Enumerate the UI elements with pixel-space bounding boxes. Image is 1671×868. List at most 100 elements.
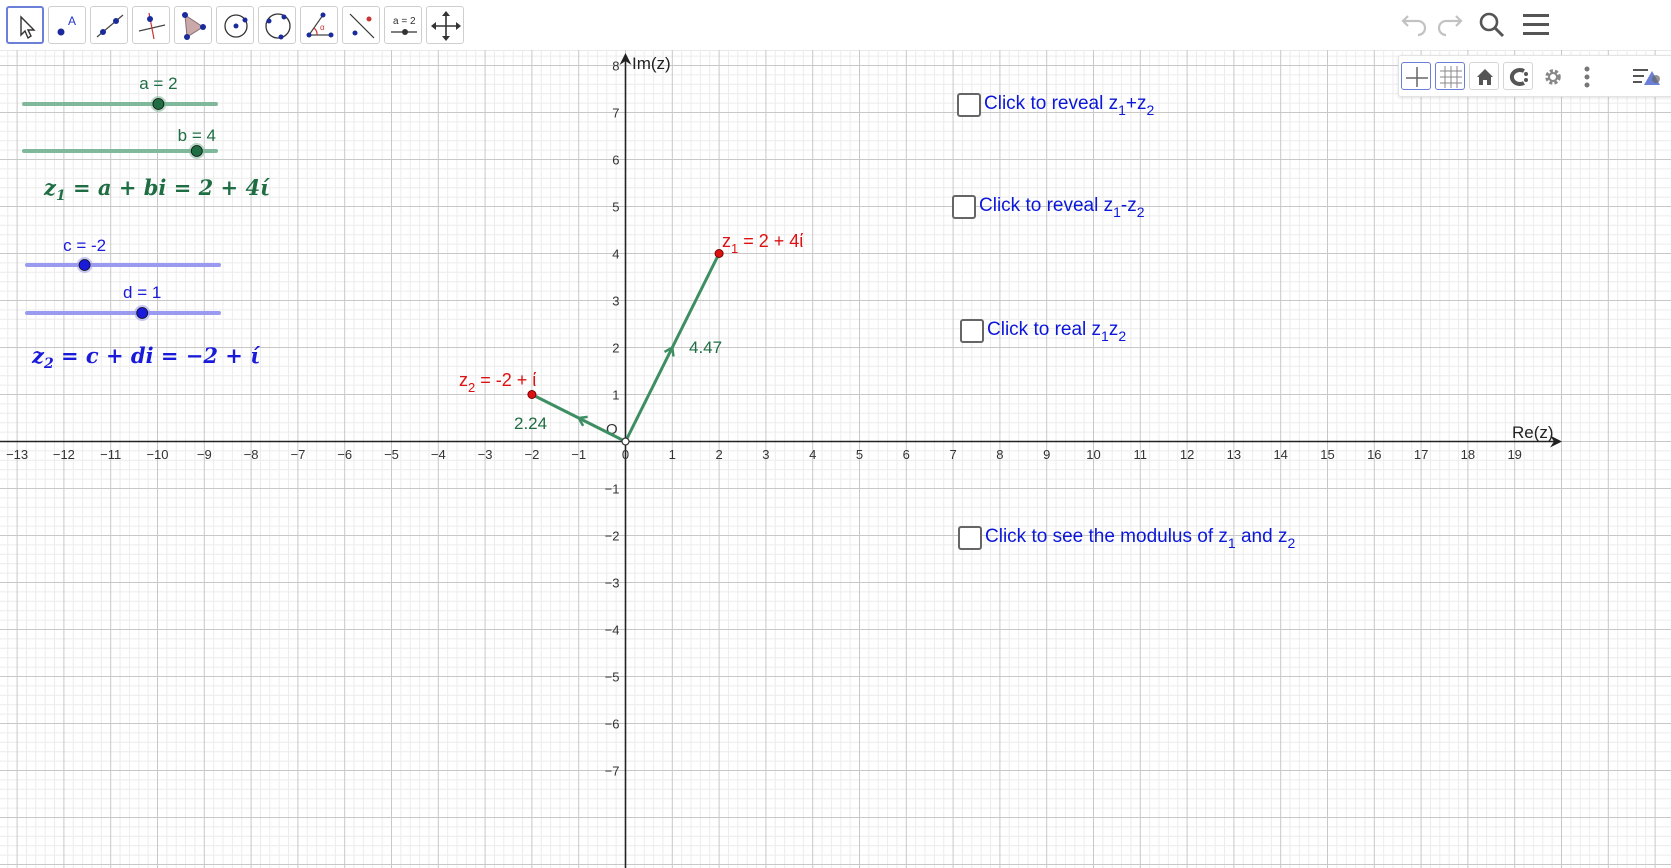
x-tick-label: −5 bbox=[384, 447, 399, 462]
search-icon[interactable] bbox=[1475, 10, 1509, 40]
checkbox-label-part: and z bbox=[1235, 526, 1288, 547]
redo-icon[interactable] bbox=[1432, 10, 1466, 40]
x-tick-label: 4 bbox=[809, 447, 816, 462]
x-tick-label: −8 bbox=[244, 447, 259, 462]
checkbox-label-1[interactable]: Click to reveal z1+z2 bbox=[984, 92, 1155, 118]
checkbox-label-part: 2 bbox=[1118, 328, 1127, 344]
y-tick-label: −5 bbox=[605, 670, 620, 685]
x-tick-label: −12 bbox=[53, 447, 75, 462]
checkbox-label-3[interactable]: Click to real z1z2 bbox=[987, 318, 1127, 344]
home-button[interactable] bbox=[1469, 62, 1499, 90]
y-tick-label: 1 bbox=[612, 388, 619, 403]
angle-tool-label: α bbox=[320, 23, 325, 32]
x-tick-label: 11 bbox=[1134, 447, 1148, 462]
formula-z1: z1 = a + bi = 2 + 4ί bbox=[43, 175, 271, 204]
x-tick-label: −13 bbox=[6, 447, 28, 462]
checkbox-label-part: -z bbox=[1120, 195, 1137, 216]
checkbox-label-part: Click to see the modulus of z bbox=[985, 526, 1228, 547]
x-tick-label: 0 bbox=[622, 447, 629, 462]
x-tick-label: 5 bbox=[856, 447, 863, 462]
style-bar bbox=[1398, 55, 1671, 97]
checkbox-4[interactable] bbox=[958, 526, 982, 550]
polygon-tool-button[interactable] bbox=[174, 6, 212, 44]
more-button[interactable] bbox=[1571, 62, 1601, 90]
x-tick-label: 6 bbox=[903, 447, 910, 462]
checkbox-row-3[interactable]: Click to real z1z2 bbox=[960, 318, 1126, 343]
slider-a-label: a = 2 bbox=[139, 74, 177, 93]
circle-three-points-tool-button[interactable] bbox=[258, 6, 296, 44]
point-tool-button[interactable]: A bbox=[48, 6, 86, 44]
move-cross-icon bbox=[431, 11, 461, 41]
point-label-z2: z2 = -2 + ί bbox=[459, 370, 536, 395]
checkbox-label-2[interactable]: Click to reveal z1-z2 bbox=[979, 194, 1145, 220]
point-tool-label: A bbox=[68, 14, 76, 28]
x-tick-label: 15 bbox=[1320, 447, 1334, 462]
checkbox-row-1[interactable]: Click to reveal z1+z2 bbox=[957, 92, 1154, 117]
checkbox-label-part: Click to reveal z bbox=[984, 93, 1119, 114]
x-tick-label: −11 bbox=[100, 447, 121, 462]
x-tick-label: 18 bbox=[1461, 447, 1475, 462]
reflect-about-line-tool-button[interactable] bbox=[342, 6, 380, 44]
checkbox-3[interactable] bbox=[960, 319, 984, 343]
grid-toggle-button[interactable] bbox=[1435, 62, 1465, 90]
circle-three-points-icon bbox=[265, 13, 291, 40]
origin-point[interactable] bbox=[621, 437, 630, 446]
y-tick-label: −7 bbox=[605, 764, 620, 779]
menu-icon[interactable] bbox=[1519, 10, 1553, 40]
slider-a-knob[interactable] bbox=[152, 98, 165, 110]
undo-icon[interactable] bbox=[1398, 10, 1432, 40]
checkbox-1[interactable] bbox=[957, 93, 981, 117]
graphics-view[interactable]: Re(z)Im(z)O −13 −12 −11 −10 −9 −8 −7 −6 −5 −4 −3 −2… bbox=[0, 50, 1671, 868]
x-tick-label: 9 bbox=[1043, 447, 1050, 462]
x-tick-label: 2 bbox=[715, 447, 722, 462]
x-tick-label: −6 bbox=[337, 447, 352, 462]
checkbox-label-part: Click to real z bbox=[987, 319, 1102, 340]
y-tick-label: 8 bbox=[612, 59, 619, 74]
axes-toggle-button[interactable] bbox=[1401, 62, 1431, 90]
line-through-points-icon bbox=[96, 14, 124, 38]
tick-labels: −13 −12 −11 −10 −9 −8 −7 −6 −5 −4 −3 −2 −1 0 1 2 3 4 5 6 7 8 9… bbox=[6, 59, 1522, 779]
move-graphics-view-tool-button[interactable] bbox=[426, 6, 464, 44]
slider-d-knob[interactable] bbox=[136, 307, 149, 319]
angle-icon: α bbox=[306, 12, 334, 38]
checkbox-row-4[interactable]: Click to see the modulus of z1 and z2 bbox=[958, 525, 1295, 550]
circle-center-point-tool-button[interactable] bbox=[216, 6, 254, 44]
style-bar-toggle-button[interactable] bbox=[1629, 62, 1660, 90]
point-z2[interactable] bbox=[527, 390, 537, 399]
x-tick-label: 7 bbox=[949, 447, 956, 462]
slider-tool-button[interactable]: a = 2 bbox=[384, 6, 422, 44]
x-tick-label: −7 bbox=[290, 447, 305, 462]
point-capturing-button[interactable] bbox=[1503, 62, 1533, 90]
checkbox-label-part: 1 bbox=[1113, 204, 1121, 220]
x-tick-label: 13 bbox=[1227, 447, 1241, 462]
perpendicular-line-tool-button[interactable] bbox=[132, 6, 170, 44]
y-tick-label: −1 bbox=[605, 482, 620, 497]
formulas: z1 = a + bi = 2 + 4ί z2 = c + di = −2 + ί bbox=[31, 175, 271, 372]
y-tick-label: 4 bbox=[612, 247, 619, 262]
checkbox-2[interactable] bbox=[952, 195, 976, 219]
x-tick-label: 12 bbox=[1180, 447, 1194, 462]
style-bar-toggle-icon bbox=[1633, 69, 1660, 85]
settings-button[interactable] bbox=[1537, 62, 1567, 90]
checkbox-row-2[interactable]: Click to reveal z1-z2 bbox=[952, 194, 1145, 219]
x-tick-label: 17 bbox=[1414, 447, 1428, 462]
angle-tool-button[interactable]: α bbox=[300, 6, 338, 44]
slider-c-knob[interactable] bbox=[78, 259, 91, 271]
slider-icon: a = 2 bbox=[391, 16, 417, 35]
checkbox-label-part: 2 bbox=[1136, 204, 1145, 220]
modulus-label-z2: 2.24 bbox=[514, 414, 547, 433]
grid-toggle-icon bbox=[1440, 66, 1462, 88]
line-tool-button[interactable] bbox=[90, 6, 128, 44]
checkbox-label-part: 1 bbox=[1101, 328, 1109, 344]
checkbox-label-part: 2 bbox=[1146, 102, 1155, 118]
more-vertical-icon bbox=[1584, 66, 1590, 88]
x-tick-label: −3 bbox=[478, 447, 493, 462]
cursor-arrow-icon bbox=[20, 15, 36, 40]
checkbox-label-4[interactable]: Click to see the modulus of z1 and z2 bbox=[985, 525, 1295, 550]
circle-center-point-icon bbox=[224, 14, 248, 38]
y-tick-label: −4 bbox=[605, 623, 620, 638]
point-icon: A bbox=[57, 14, 76, 36]
slider-b-knob[interactable] bbox=[190, 145, 203, 157]
move-tool-button[interactable] bbox=[6, 6, 44, 44]
imaginary-axis-label: Im(z) bbox=[632, 54, 671, 73]
